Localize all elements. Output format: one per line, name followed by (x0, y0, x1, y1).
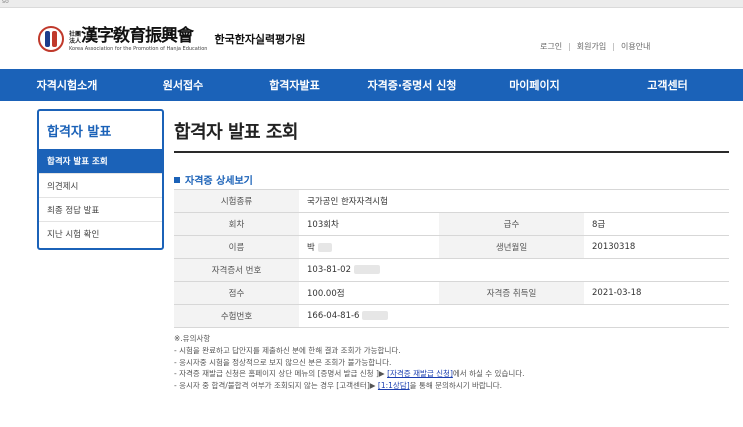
browser-strip-text: so (2, 0, 9, 5)
site-header: 社團法人 漢字敎育振興會 Korea Association for the P… (0, 8, 743, 69)
acq-date-label: 자격증 취득일 (439, 281, 584, 305)
nav-exam-intro[interactable]: 자격시험소개 (0, 69, 124, 101)
side-nav-item-past-exams[interactable]: 지난 시험 확인 (39, 221, 162, 245)
table-row: 자격증서 번호 103-81-02 (174, 258, 730, 282)
notice-heading: ※.유의사항 (174, 334, 211, 343)
notice-text: 을 통해 문의하시기 바랍니다. (409, 381, 502, 391)
table-row: 회차 103회차 급수 8급 (174, 212, 730, 236)
section-title: 자격증 상세보기 (174, 172, 253, 187)
table-row: 점수 100.00점 자격증 취득일 2021-03-18 (174, 281, 730, 305)
logo-korean-text: 한국한자실력평가원 (214, 33, 306, 46)
grade-value: 8급 (584, 212, 730, 236)
redacted-blur (362, 311, 389, 320)
redacted-blur (354, 265, 380, 274)
nav-customer-center[interactable]: 고객센터 (592, 69, 743, 101)
main-navigation: 자격시험소개 원서접수 합격자발표 자격증·증명서 신청 마이페이지 고객센터 (0, 69, 743, 101)
exam-no-value: 166-04-81-6 (307, 311, 360, 321)
exam-type-value: 국가공인 한자자격시험 (299, 189, 730, 213)
page-title: 합격자 발표 조회 (174, 122, 298, 143)
logo-english-text: Korea Association for the Promotion of H… (69, 45, 208, 52)
notice-item: - 응시자 중 합격/불합격 여부가 조회되지 않는 경우 [고객센터]▶ [1… (174, 380, 525, 392)
birth-label: 생년월일 (439, 235, 584, 259)
reissue-link[interactable]: [자격증 재발급 신청] (387, 369, 453, 378)
title-divider (174, 151, 729, 153)
cert-no-cell: 103-81-02 (299, 258, 730, 282)
side-nav-title: 합격자 발표 (47, 124, 112, 140)
birth-value: 20130318 (584, 235, 730, 259)
round-value: 103회차 (299, 212, 439, 236)
side-navigation: 합격자 발표 합격자 발표 조회 의견제시 최종 정답 발표 지난 시험 확인 (37, 109, 164, 250)
certificate-detail-table: 시험종류 국가공인 한자자격시험 회차 103회차 급수 8급 이름 박 생년월… (174, 189, 730, 328)
square-bullet-icon (174, 176, 180, 183)
notice-text: 에서 하실 수 있습니다. (452, 369, 525, 379)
round-label: 회차 (174, 212, 299, 236)
notice-item: - 응시자중 시험을 정상적으로 보지 않으신 분은 조회가 불가능합니다. (174, 357, 392, 367)
logo-small-text: 社團法人 (69, 30, 82, 45)
section-title-text: 자격증 상세보기 (185, 176, 253, 187)
name-label: 이름 (174, 235, 299, 259)
acq-date-value: 2021-03-18 (584, 281, 730, 305)
cert-no-label: 자격증서 번호 (174, 258, 299, 282)
login-link[interactable]: 로그인 (540, 41, 562, 52)
table-row: 수험번호 166-04-81-6 (174, 304, 730, 328)
consult-link[interactable]: [1:1상담] (378, 381, 410, 390)
cert-no-value: 103-81-02 (307, 265, 351, 275)
nav-results[interactable]: 합격자발표 (242, 69, 347, 101)
table-row: 시험종류 국가공인 한자자격시험 (174, 189, 730, 213)
logo-emblem-icon (38, 26, 64, 52)
util-divider: | (568, 42, 571, 51)
notice-text: - 응시자 중 합격/불합격 여부가 조회되지 않는 경우 [고객센터]▶ (174, 381, 378, 391)
notice-list: ※.유의사항 - 시험을 완료하고 답안지를 제출하신 분에 한해 결과 조회가… (174, 333, 525, 392)
browser-top-strip: so (0, 0, 743, 8)
exam-no-label: 수험번호 (174, 304, 299, 328)
notice-item: - 자격증 재발급 신청은 홈페이지 상단 메뉴의 [증명서 발급 신청 ]▶ … (174, 368, 525, 380)
name-value: 박 (307, 243, 315, 253)
nav-application[interactable]: 원서접수 (124, 69, 242, 101)
side-nav-item-final-answers[interactable]: 최종 정답 발표 (39, 197, 162, 221)
utility-links: 로그인 | 회원가입 | 이용안내 (540, 41, 650, 52)
score-value: 100.00점 (299, 281, 439, 305)
site-logo[interactable]: 社團法人 漢字敎育振興會 Korea Association for the P… (38, 26, 306, 52)
nav-mypage[interactable]: 마이페이지 (477, 69, 592, 101)
util-divider: | (612, 42, 615, 51)
logo-hanja-text: 漢字敎育振興會 (81, 25, 194, 46)
table-row: 이름 박 생년월일 20130318 (174, 235, 730, 259)
grade-label: 급수 (439, 212, 584, 236)
notice-text: - 자격증 재발급 신청은 홈페이지 상단 메뉴의 [증명서 발급 신청 ]▶ (174, 369, 388, 379)
side-nav-item-result-lookup[interactable]: 합격자 발표 조회 (39, 149, 162, 173)
side-nav-item-feedback[interactable]: 의견제시 (39, 173, 162, 197)
name-cell: 박 (299, 235, 439, 259)
exam-type-label: 시험종류 (174, 189, 299, 213)
redacted-blur (317, 243, 332, 252)
nav-certificate-request[interactable]: 자격증·증명서 신청 (347, 69, 477, 101)
signup-link[interactable]: 회원가입 (577, 41, 606, 52)
score-label: 점수 (174, 281, 299, 305)
notice-item: - 시험을 완료하고 답안지를 제출하신 분에 한해 결과 조회가 가능합니다. (174, 345, 401, 355)
guide-link[interactable]: 이용안내 (621, 41, 650, 52)
exam-no-cell: 166-04-81-6 (299, 304, 730, 328)
